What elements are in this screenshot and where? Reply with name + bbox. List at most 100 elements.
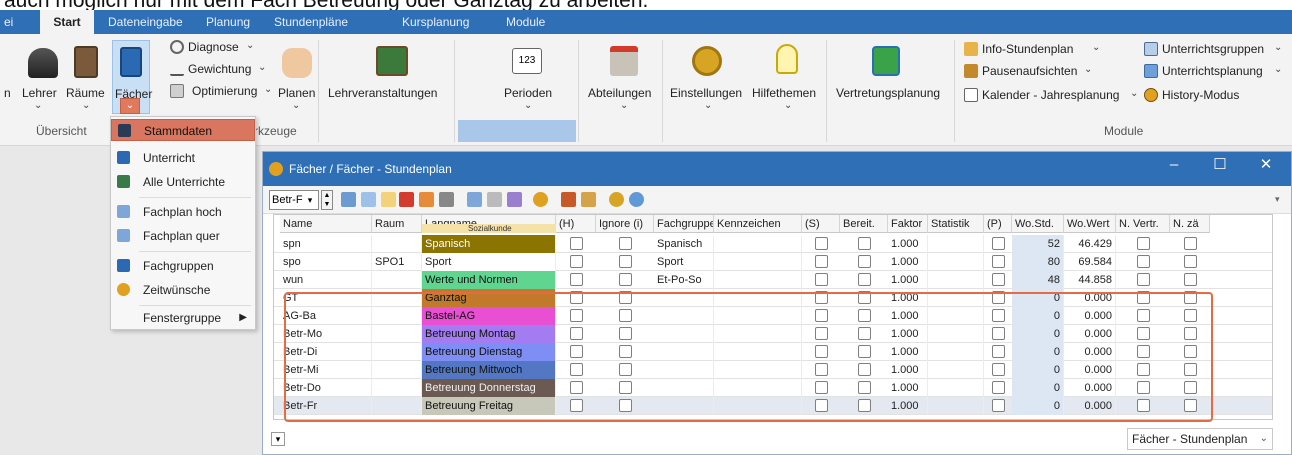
cell-wowert[interactable]: 0.000 xyxy=(1064,361,1116,379)
cell-statistik[interactable] xyxy=(928,361,984,379)
cell-kennzeichen[interactable] xyxy=(714,235,802,253)
checkbox[interactable] xyxy=(992,363,1005,376)
checkbox[interactable] xyxy=(858,381,871,394)
cell-wowert[interactable]: 0.000 xyxy=(1064,397,1116,415)
table-row[interactable]: spn Spanisch Spanisch 1.000 52 46.429 xyxy=(274,235,1272,253)
menu-item-fenstergruppe[interactable]: Fenstergruppe ▶ xyxy=(111,307,255,329)
cell-statistik[interactable] xyxy=(928,307,984,325)
checkbox[interactable] xyxy=(992,327,1005,340)
cell-faktor[interactable]: 1.000 xyxy=(888,343,928,361)
cell-raum[interactable] xyxy=(372,343,422,361)
new-document-icon[interactable] xyxy=(381,192,396,207)
column-header[interactable]: Ignore (i) xyxy=(596,215,654,233)
cell-statistik[interactable] xyxy=(928,379,984,397)
cell-faktor[interactable]: 1.000 xyxy=(888,289,928,307)
tab-ei[interactable]: ei xyxy=(4,10,18,34)
checkbox[interactable] xyxy=(1184,345,1197,358)
checkbox[interactable] xyxy=(815,345,828,358)
cell-langname[interactable]: Betreuung Mittwoch xyxy=(422,361,556,379)
cell-kennzeichen[interactable] xyxy=(714,397,802,415)
column-header[interactable]: Wo.Wert xyxy=(1064,215,1116,233)
cell-fachgruppe[interactable] xyxy=(654,307,714,325)
checkbox[interactable] xyxy=(992,309,1005,322)
checkbox[interactable] xyxy=(570,309,583,322)
cell-statistik[interactable] xyxy=(928,289,984,307)
cell-statistik[interactable] xyxy=(928,253,984,271)
checkbox[interactable] xyxy=(1137,309,1150,322)
column-header[interactable]: N. Vertr. xyxy=(1116,215,1170,233)
faecher-dropdown-button[interactable]: ⌄ xyxy=(120,98,140,114)
checkbox[interactable] xyxy=(570,345,583,358)
column-header[interactable]: N. zä xyxy=(1170,215,1210,233)
checkbox[interactable] xyxy=(1137,381,1150,394)
cell-raum[interactable] xyxy=(372,325,422,343)
cell-faktor[interactable]: 1.000 xyxy=(888,235,928,253)
cell-name[interactable]: Betr-Fr xyxy=(280,397,372,415)
cell-wowert[interactable]: 0.000 xyxy=(1064,307,1116,325)
cell-fachgruppe[interactable]: Sport xyxy=(654,253,714,271)
checkbox[interactable] xyxy=(619,345,632,358)
cell-kennzeichen[interactable] xyxy=(714,361,802,379)
cell-langname[interactable]: Betreuung Dienstag xyxy=(422,343,556,361)
cell-faktor[interactable]: 1.000 xyxy=(888,307,928,325)
cell-wostd[interactable]: 0 xyxy=(1012,361,1064,379)
clock-icon[interactable] xyxy=(533,192,548,207)
table-row[interactable]: Betr-Mo Betreuung Montag 1.000 0 0.000 xyxy=(274,325,1272,343)
tab-kursplanung[interactable]: Kursplanung xyxy=(402,10,486,34)
cell-fachgruppe[interactable] xyxy=(654,325,714,343)
cell-langname[interactable]: Bastel-AG xyxy=(422,307,556,325)
table-row[interactable]: AG-Ba Bastel-AG 1.000 0 0.000 xyxy=(274,307,1272,325)
menu-item-fachplan-hoch[interactable]: Fachplan hoch xyxy=(111,201,255,223)
cell-langname[interactable]: Betreuung Donnerstag xyxy=(422,379,556,397)
menu-item-fachplan-quer[interactable]: Fachplan quer xyxy=(111,225,255,247)
stepper-control[interactable]: ▲ ▼ xyxy=(321,190,333,210)
cell-statistik[interactable] xyxy=(928,235,984,253)
tab-start[interactable]: Start xyxy=(40,10,94,34)
checkbox[interactable] xyxy=(992,399,1005,412)
cell-raum[interactable] xyxy=(372,397,422,415)
selector-dropdown-arrow[interactable]: ▾ xyxy=(303,191,317,209)
sort-icon[interactable] xyxy=(467,192,482,207)
checkbox[interactable] xyxy=(1184,273,1197,286)
menu-item-alle-unterrichte[interactable]: Alle Unterrichte xyxy=(111,171,255,193)
checkbox[interactable] xyxy=(815,255,828,268)
checkbox[interactable] xyxy=(992,381,1005,394)
cell-langname[interactable]: Sport xyxy=(422,253,556,271)
checkbox[interactable] xyxy=(1137,237,1150,250)
cell-wostd[interactable]: 0 xyxy=(1012,289,1064,307)
cell-langname[interactable]: Betreuung Montag xyxy=(422,325,556,343)
edit-icon[interactable] xyxy=(419,192,434,207)
cell-kennzeichen[interactable] xyxy=(714,307,802,325)
sheet-dropdown-button[interactable]: ▾ xyxy=(271,432,285,446)
tab-dateneingabe[interactable]: Dateneingabe xyxy=(108,10,194,34)
checkbox[interactable] xyxy=(619,363,632,376)
column-header[interactable]: Wo.Std. xyxy=(1012,215,1064,233)
table-row[interactable]: Betr-Fr Betreuung Freitag 1.000 0 0.000 xyxy=(274,397,1272,415)
cell-wostd[interactable]: 0 xyxy=(1012,307,1064,325)
cell-kennzeichen[interactable] xyxy=(714,343,802,361)
checkbox[interactable] xyxy=(858,399,871,412)
checkbox[interactable] xyxy=(815,309,828,322)
grid-view-icon[interactable] xyxy=(487,192,502,207)
checkbox[interactable] xyxy=(815,237,828,250)
cell-wowert[interactable]: 69.584 xyxy=(1064,253,1116,271)
checkbox[interactable] xyxy=(815,363,828,376)
checkbox[interactable] xyxy=(1184,327,1197,340)
checkbox[interactable] xyxy=(815,291,828,304)
cell-langname[interactable]: Ganztag xyxy=(422,289,556,307)
tree-icon[interactable] xyxy=(507,192,522,207)
checkbox[interactable] xyxy=(619,327,632,340)
cell-langname[interactable]: Werte und Normen xyxy=(422,271,556,289)
checkbox[interactable] xyxy=(1184,381,1197,394)
checkbox[interactable] xyxy=(858,363,871,376)
new-entry-icon[interactable] xyxy=(341,192,356,207)
cell-raum[interactable] xyxy=(372,361,422,379)
table-row[interactable]: wun Werte und Normen Et-Po-So 1.000 48 44.858 xyxy=(274,271,1272,289)
checkbox[interactable] xyxy=(570,327,583,340)
refresh-icon[interactable] xyxy=(629,192,644,207)
checkbox[interactable] xyxy=(1137,291,1150,304)
table-row[interactable]: spo SPO1 Sport Sport 1.000 80 69.584 xyxy=(274,253,1272,271)
cell-fachgruppe[interactable] xyxy=(654,343,714,361)
toolbar-overflow-icon[interactable]: ▾ xyxy=(1275,194,1280,205)
checkbox[interactable] xyxy=(858,237,871,250)
